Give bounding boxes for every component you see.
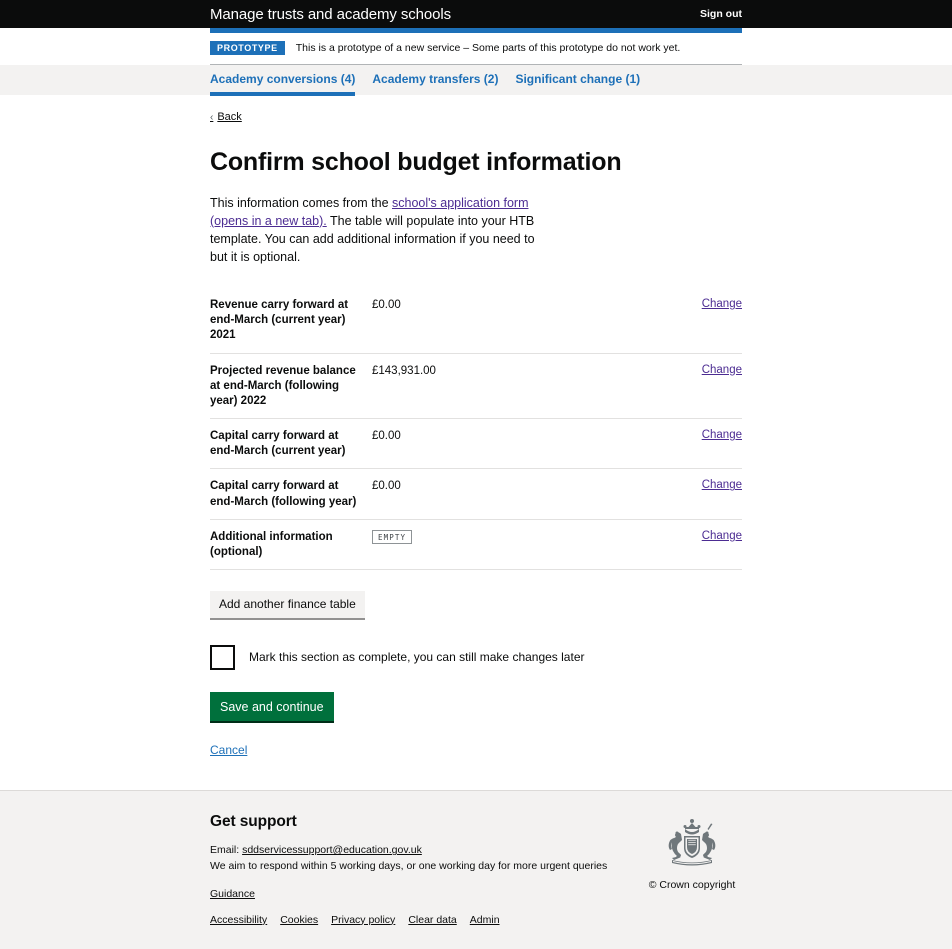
mark-complete-label: Mark this section as complete, you can s… [249, 650, 585, 665]
add-another-finance-table-button[interactable]: Add another finance table [210, 591, 365, 620]
summary-row-key: Additional information (optional) [210, 530, 333, 558]
admin-link[interactable]: Admin [470, 914, 500, 926]
footer-response-text: We aim to respond within 5 working days,… [210, 859, 608, 872]
summary-row: Capital carry forward at end-March (foll… [210, 469, 742, 520]
summary-row-action: Change [682, 530, 742, 542]
site-footer: Get support Email: sddservicessupport@ed… [0, 790, 952, 949]
summary-row: Additional information (optional) EMPTY … [210, 520, 742, 571]
footer-title: Get support [210, 813, 297, 831]
summary-row-action: Change [682, 364, 742, 376]
tab-academy-transfers[interactable]: Academy transfers (2) [372, 72, 498, 96]
main-content: ‹ Back Confirm school budget information … [210, 95, 742, 757]
summary-row-value: £0.00 [372, 430, 401, 443]
summary-row-value: EMPTY [372, 529, 682, 545]
back-link[interactable]: ‹ Back [210, 111, 242, 123]
clear-data-link[interactable]: Clear data [408, 914, 456, 926]
privacy-policy-link[interactable]: Privacy policy [331, 914, 395, 926]
save-button-wrapper: Save and continue [210, 670, 742, 724]
site-header-inner: Manage trusts and academy schools Sign o… [210, 6, 742, 23]
tab-academy-conversions[interactable]: Academy conversions (4) [210, 72, 356, 97]
crown-copyright-caption: © Crown copyright [648, 879, 736, 892]
summary-row-action: Change [682, 429, 742, 441]
change-link[interactable]: Change [702, 298, 742, 310]
summary-row-value: £0.00 [372, 299, 401, 311]
footer-email-prefix: Email: [210, 844, 243, 857]
summary-row: Revenue carry forward at end-March (curr… [210, 288, 742, 354]
support-email-link[interactable]: sddservicessupport@education.gov.uk [242, 844, 422, 856]
footer-email-line: Email: sddservicessupport@education.gov.… [210, 843, 642, 859]
phase-banner-text: This is a prototype of a new service – S… [295, 41, 681, 54]
summary-row-action: Change [682, 298, 742, 310]
royal-coat-of-arms-icon [668, 819, 716, 866]
intro-text-before: This information comes from the [210, 195, 393, 210]
navigation-tabs: Academy conversions (4) Academy transfer… [210, 65, 742, 97]
back-link-label: Back [217, 111, 242, 123]
site-footer-inner: Get support Email: sddservicessupport@ed… [210, 791, 742, 926]
accessibility-link[interactable]: Accessibility [210, 914, 267, 926]
sign-out-link[interactable]: Sign out [700, 8, 742, 20]
summary-row: Capital carry forward at end-March (curr… [210, 419, 742, 470]
empty-badge: EMPTY [372, 529, 413, 544]
site-header: Manage trusts and academy schools Sign o… [0, 0, 952, 28]
summary-row-value: £0.00 [372, 480, 401, 493]
cancel-wrapper: Cancel [210, 723, 742, 757]
budget-summary-list: Revenue carry forward at end-March (curr… [210, 288, 742, 571]
summary-row-key: Capital carry forward at end-March (curr… [210, 430, 346, 458]
page-title: Confirm school budget information [210, 148, 622, 176]
summary-row-key: Projected revenue balance at end-March (… [210, 364, 356, 407]
site-title: Manage trusts and academy schools [210, 5, 451, 23]
mark-complete-checkbox[interactable] [210, 644, 235, 670]
change-link[interactable]: Change [702, 429, 742, 441]
tab-significant-change[interactable]: Significant change (1) [515, 72, 640, 96]
crown-copyright-section: © Crown copyright [642, 813, 742, 891]
change-link[interactable]: Change [702, 364, 742, 376]
summary-row-key: Capital carry forward at end-March (foll… [210, 480, 357, 508]
summary-row-key: Revenue carry forward at end-March (curr… [210, 299, 349, 342]
cancel-link[interactable]: Cancel [210, 743, 247, 757]
intro-paragraph: This information comes from the school's… [210, 194, 555, 267]
mark-complete-checkbox-row: Mark this section as complete, you can s… [210, 644, 742, 670]
save-and-continue-button[interactable]: Save and continue [210, 691, 334, 724]
cookies-link[interactable]: Cookies [280, 914, 318, 926]
summary-row: Projected revenue balance at end-March (… [210, 354, 742, 420]
summary-row-value: £143,931.00 [372, 364, 436, 377]
footer-nav: Accessibility Cookies Privacy policy Cle… [210, 914, 642, 926]
phase-tag: PROTOTYPE [210, 41, 285, 55]
chevron-left-icon: ‹ [210, 112, 214, 123]
change-link[interactable]: Change [702, 479, 742, 491]
footer-support-section: Get support Email: sddservicessupport@ed… [210, 813, 642, 926]
summary-row-action: Change [682, 479, 742, 491]
navigation-bar: Academy conversions (4) Academy transfer… [0, 65, 952, 97]
phase-banner: PROTOTYPE This is a prototype of a new s… [210, 33, 742, 65]
change-link[interactable]: Change [702, 530, 742, 542]
guidance-link[interactable]: Guidance [210, 888, 255, 900]
